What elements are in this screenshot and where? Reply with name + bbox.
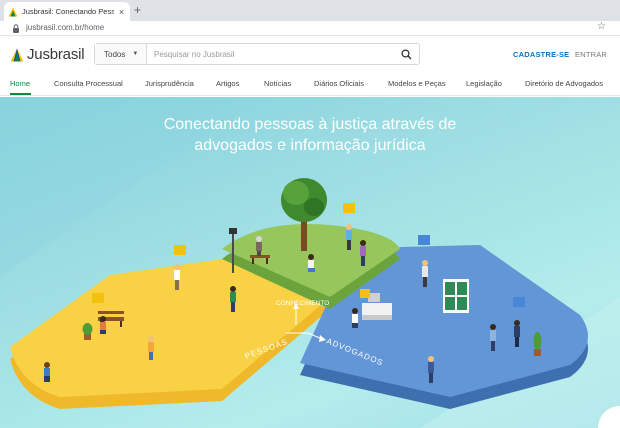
search-category-select[interactable]: Todos ▼ [95,44,147,64]
jusbrasil-logo[interactable]: Jusbrasil [10,46,85,63]
jusbrasil-favicon-icon [8,7,18,16]
hero-banner: CONHECIMENTO PESSOAS ADVOGADOS Conectand… [0,97,620,428]
search-category-label: Todos [104,49,126,59]
browser-tab[interactable]: Jusbrasil: Conectando Pessoas à × [4,2,130,21]
nav-active-indicator [10,93,31,95]
hero-title-line-1: Conectando pessoas à justiça através de [163,116,457,133]
lock-icon [13,24,19,33]
site-header: Jusbrasil Todos ▼ CADASTRE-SE ENTRAR [0,37,620,71]
jusbrasil-logo-icon [10,48,24,61]
nav-modelos-e-pecas[interactable]: Modelos e Peças [388,79,446,88]
nav-legislacao[interactable]: Legislação [466,79,502,88]
browser-tabstrip: Jusbrasil: Conectando Pessoas à × + [0,0,620,21]
hero-title-line-2: advogados e informação jurídica [194,137,426,154]
bookshelf [443,279,469,313]
search-button[interactable] [393,44,419,64]
nav-artigos[interactable]: Artigos [216,79,239,88]
address-bar[interactable]: jusbrasil.com.br/home ☆ [0,21,620,36]
tab-title: Jusbrasil: Conectando Pessoas à [22,7,114,16]
url-text: jusbrasil.com.br/home [26,23,105,32]
signup-link[interactable]: CADASTRE-SE [513,50,569,59]
nav-home[interactable]: Home [10,79,30,88]
search-bar: Todos ▼ [94,43,420,65]
nav-noticias[interactable]: Notícias [264,79,291,88]
nav-consulta-processual[interactable]: Consulta Processual [54,79,123,88]
search-icon [400,48,411,59]
search-input[interactable] [147,44,393,64]
nav-jurisprudencia[interactable]: Jurisprudência [145,79,194,88]
login-link[interactable]: ENTRAR [575,50,607,59]
bookmark-star-icon[interactable]: ☆ [597,21,606,32]
logo-text: Jusbrasil [27,46,85,63]
knowledge-label: CONHECIMENTO [276,300,329,307]
caret-down-icon: ▼ [132,51,139,57]
nav-diarios-oficiais[interactable]: Diários Oficiais [314,79,364,88]
main-nav: Home Consulta Processual Jurisprudência … [0,71,620,96]
new-tab-icon[interactable]: + [134,3,141,17]
tab-close-icon[interactable]: × [117,7,126,17]
hero-title: Conectando pessoas à justiça através de … [0,114,620,156]
nav-diretorio-de-advogados[interactable]: Diretório de Advogados [525,79,603,88]
